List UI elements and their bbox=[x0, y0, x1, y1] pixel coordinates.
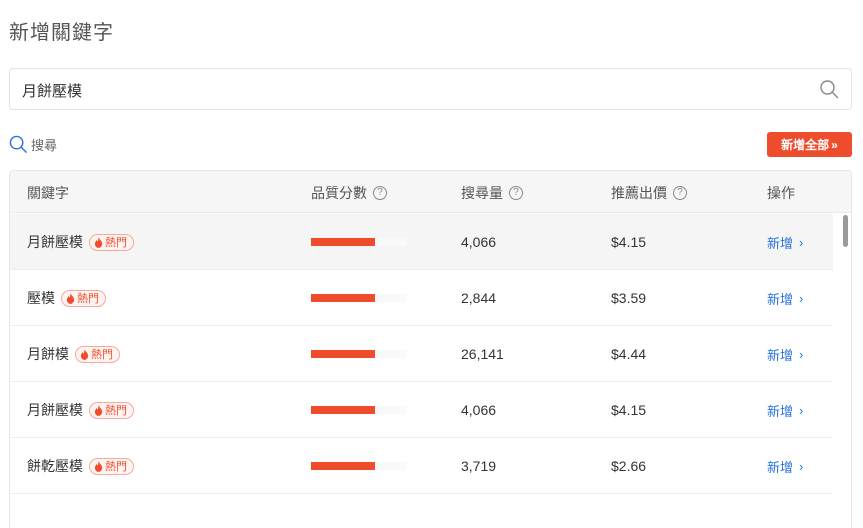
add-keyword-label: 新增 bbox=[767, 459, 794, 475]
quality-track bbox=[311, 462, 407, 470]
header-bid: 推薦出價 ? bbox=[611, 183, 687, 203]
keyword-search-input[interactable] bbox=[22, 79, 802, 101]
hot-badge-label: 熱門 bbox=[77, 293, 99, 305]
search-volume: 4,066 bbox=[461, 234, 497, 250]
table-row[interactable]: 月餅壓模 熱門 4,066 $4.15 新增 › bbox=[10, 214, 833, 270]
quality-score-bar bbox=[311, 438, 407, 494]
flame-icon bbox=[94, 236, 103, 248]
flame-icon bbox=[80, 348, 89, 360]
help-icon[interactable]: ? bbox=[373, 186, 387, 200]
hot-badge: 熱門 bbox=[61, 289, 106, 307]
keyword-search-box[interactable] bbox=[9, 68, 852, 110]
quality-fill bbox=[311, 462, 376, 470]
keyword-text: 月餅模 bbox=[27, 346, 69, 362]
hot-badge-label: 熱門 bbox=[105, 461, 127, 473]
add-keyword-label: 新增 bbox=[767, 403, 794, 419]
double-chevron-right-icon: » bbox=[831, 137, 838, 152]
quality-score-bar bbox=[311, 326, 407, 382]
quality-track bbox=[311, 350, 407, 358]
header-quality: 品質分數 ? bbox=[311, 183, 387, 203]
keyword-text: 餅乾壓模 bbox=[27, 458, 83, 474]
quality-score-bar bbox=[311, 270, 407, 326]
chevron-right-icon: › bbox=[799, 458, 804, 474]
chevron-right-icon: › bbox=[799, 234, 804, 250]
hot-badge: 熱門 bbox=[89, 233, 134, 251]
hot-badge: 熱門 bbox=[89, 457, 134, 475]
search-icon[interactable] bbox=[819, 79, 839, 99]
table-row[interactable]: 餅乾壓模 熱門 3,719 $2.66 新增 › bbox=[10, 438, 833, 494]
search-icon bbox=[9, 135, 27, 153]
flame-icon bbox=[94, 404, 103, 416]
add-all-button[interactable]: 新增全部 » bbox=[767, 132, 852, 157]
keyword-cell: 餅乾壓模 熱門 bbox=[27, 438, 134, 494]
header-keyword-label: 關鍵字 bbox=[27, 185, 69, 201]
add-keyword-button[interactable]: 新增 › bbox=[767, 438, 803, 494]
header-action: 操作 bbox=[767, 183, 795, 203]
keyword-text: 月餅壓模 bbox=[27, 402, 83, 418]
add-keyword-label: 新增 bbox=[767, 291, 794, 307]
chevron-right-icon: › bbox=[799, 402, 804, 418]
header-volume-label: 搜尋量 bbox=[461, 185, 503, 201]
add-keyword-label: 新增 bbox=[767, 235, 794, 251]
header-action-label: 操作 bbox=[767, 185, 795, 201]
keyword-cell: 壓模 熱門 bbox=[27, 270, 106, 326]
header-quality-label: 品質分數 bbox=[311, 185, 367, 201]
hot-badge: 熱門 bbox=[75, 345, 120, 363]
search-volume: 4,066 bbox=[461, 402, 497, 418]
table-row[interactable]: 壓模 熱門 2,844 $3.59 新增 › bbox=[10, 270, 833, 326]
table-row[interactable]: 月餅模 熱門 26,141 $4.44 新增 › bbox=[10, 326, 833, 382]
keyword-text: 壓模 bbox=[27, 290, 55, 306]
help-icon[interactable]: ? bbox=[673, 186, 687, 200]
help-icon[interactable]: ? bbox=[509, 186, 523, 200]
header-bid-label: 推薦出價 bbox=[611, 185, 667, 201]
add-keyword-button[interactable]: 新增 › bbox=[767, 326, 803, 382]
add-keyword-button[interactable]: 新增 › bbox=[767, 270, 803, 326]
keyword-cell: 月餅模 熱門 bbox=[27, 326, 120, 382]
quality-track bbox=[311, 238, 407, 246]
quality-fill bbox=[311, 238, 376, 246]
keyword-table: 關鍵字 品質分數 ? 搜尋量 ? 推薦出價 ? 操作 月餅壓模 熱門 4,066… bbox=[9, 170, 852, 528]
table-scrollbar[interactable] bbox=[843, 215, 848, 247]
hot-badge: 熱門 bbox=[89, 401, 134, 419]
keyword-cell: 月餅壓模 熱門 bbox=[27, 382, 134, 438]
suggested-bid: $4.15 bbox=[611, 234, 647, 250]
search-volume: 26,141 bbox=[461, 346, 504, 362]
flame-icon bbox=[66, 292, 75, 304]
quality-fill bbox=[311, 406, 376, 414]
quality-fill bbox=[311, 294, 376, 302]
header-volume: 搜尋量 ? bbox=[461, 183, 523, 203]
suggested-bid: $4.15 bbox=[611, 402, 647, 418]
add-keyword-label: 新增 bbox=[767, 347, 794, 363]
table-row[interactable]: 月餅壓模 熱門 4,066 $4.15 新增 › bbox=[10, 382, 833, 438]
chevron-right-icon: › bbox=[799, 346, 804, 362]
table-header: 關鍵字 品質分數 ? 搜尋量 ? 推薦出價 ? 操作 bbox=[10, 171, 851, 213]
hot-badge-label: 熱門 bbox=[105, 405, 127, 417]
add-keyword-button[interactable]: 新增 › bbox=[767, 382, 803, 438]
header-keyword: 關鍵字 bbox=[27, 183, 69, 203]
suggested-bid: $3.59 bbox=[611, 290, 647, 306]
keyword-cell: 月餅壓模 熱門 bbox=[27, 214, 134, 270]
keyword-text: 月餅壓模 bbox=[27, 234, 83, 250]
search-link[interactable]: 搜尋 bbox=[9, 134, 57, 154]
hot-badge-label: 熱門 bbox=[91, 349, 113, 361]
search-volume: 3,719 bbox=[461, 458, 497, 474]
quality-track bbox=[311, 406, 407, 414]
suggested-bid: $2.66 bbox=[611, 458, 647, 474]
suggested-bid: $4.44 bbox=[611, 346, 647, 362]
search-volume: 2,844 bbox=[461, 290, 497, 306]
add-keyword-button[interactable]: 新增 › bbox=[767, 214, 803, 270]
page-title: 新增關鍵字 bbox=[9, 22, 114, 44]
search-link-label: 搜尋 bbox=[31, 137, 58, 153]
quality-score-bar bbox=[311, 382, 407, 438]
quality-score-bar bbox=[311, 214, 407, 270]
flame-icon bbox=[94, 460, 103, 472]
chevron-right-icon: › bbox=[799, 290, 804, 306]
add-all-label: 新增全部 bbox=[781, 138, 830, 152]
hot-badge-label: 熱門 bbox=[105, 237, 127, 249]
quality-fill bbox=[311, 350, 376, 358]
quality-track bbox=[311, 294, 407, 302]
